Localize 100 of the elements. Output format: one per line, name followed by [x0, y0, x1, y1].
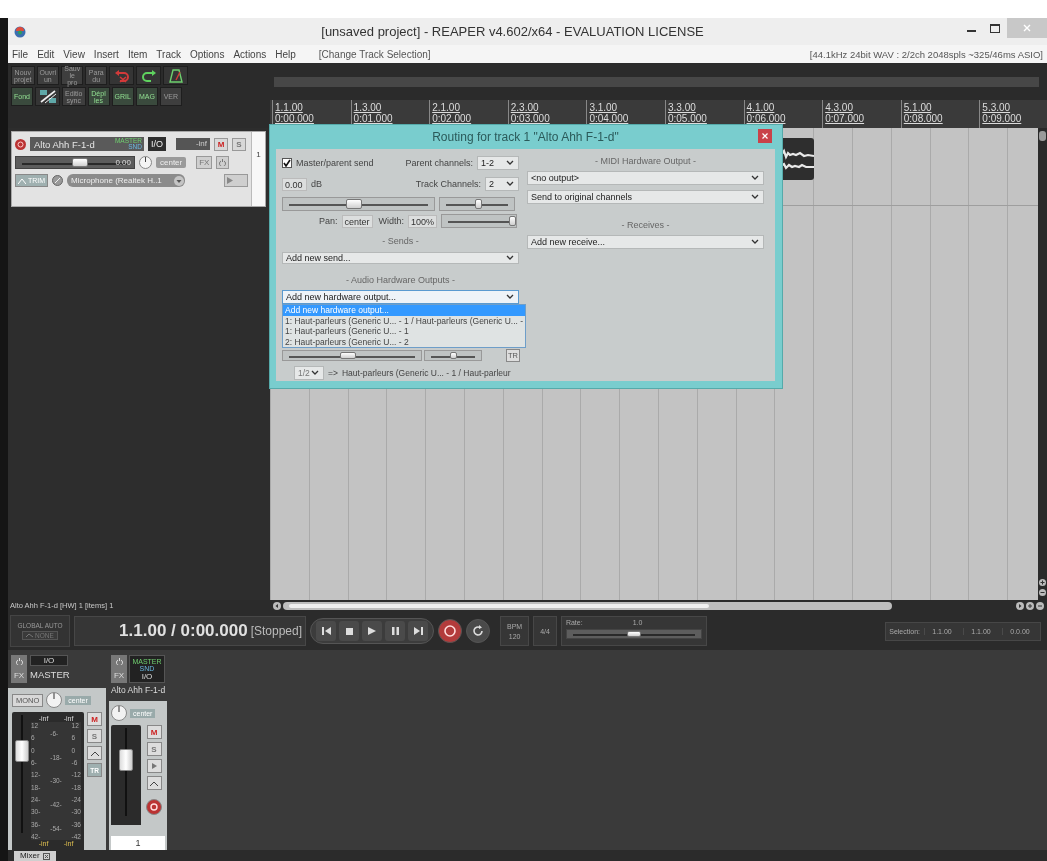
- mute-button[interactable]: M: [146, 725, 162, 739]
- solo-button[interactable]: S: [87, 729, 102, 743]
- close-icon: [762, 133, 768, 139]
- menu-item[interactable]: Help: [275, 48, 296, 60]
- route-arrow: =>: [328, 368, 338, 378]
- menu-item[interactable]: Insert: [93, 48, 119, 60]
- bar-label: 3.1.00: [589, 102, 619, 113]
- slider-thumb[interactable]: [72, 158, 89, 167]
- master-fader[interactable]: [15, 715, 29, 833]
- time-label: 0:06.000: [746, 113, 787, 124]
- toolbar-button[interactable]: [35, 87, 60, 106]
- midi-device-select[interactable]: <no output>: [527, 171, 764, 185]
- hardware-outputs-heading: - Audio Hardware Outputs -: [344, 275, 457, 285]
- close-icon: [42, 852, 50, 860]
- pan-label: Pan:: [319, 216, 338, 226]
- fx-button[interactable]: FX: [111, 655, 127, 683]
- selected-option: Add new receive...: [531, 237, 606, 247]
- master-send-label: Master/parent send: [296, 158, 374, 168]
- menu-item[interactable]: View: [63, 48, 85, 60]
- pan-slider[interactable]: [439, 197, 515, 211]
- slider-thumb[interactable]: [626, 631, 641, 637]
- volume-unit: dB: [311, 179, 322, 189]
- parent-channels-select[interactable]: 1-2: [477, 156, 519, 170]
- envelope-button[interactable]: [87, 746, 102, 760]
- track-fader[interactable]: [119, 728, 133, 816]
- close-button[interactable]: [758, 129, 772, 143]
- selected-option: Add new send...: [286, 253, 351, 263]
- pause-button[interactable]: [385, 621, 405, 641]
- play-button[interactable]: [362, 621, 382, 641]
- send-select[interactable]: Add new send...: [282, 252, 519, 264]
- track-channels-select[interactable]: 2: [485, 177, 519, 191]
- midi-channels-select[interactable]: Send to original channels: [527, 190, 764, 204]
- toolbar-button[interactable]: [163, 66, 189, 85]
- power-button[interactable]: [216, 156, 230, 169]
- channel-select[interactable]: 1/2: [294, 366, 324, 380]
- track-name: Alto Ahh F-1-d: [34, 138, 95, 150]
- slider-thumb[interactable]: [449, 352, 457, 359]
- dropdown-icon: [174, 175, 185, 186]
- menu-item[interactable]: Edit: [37, 48, 55, 60]
- mute-button[interactable]: M: [87, 712, 102, 726]
- automation-icon: [26, 633, 34, 638]
- io-button[interactable]: I/O: [148, 137, 166, 151]
- mute-button[interactable]: M: [214, 137, 228, 151]
- chevron-down-icon: [506, 255, 514, 261]
- slider-thumb[interactable]: [509, 216, 517, 226]
- power-icon: [15, 658, 23, 665]
- receive-select[interactable]: Add new receive...: [527, 235, 764, 249]
- bar-label: 2.3.00: [510, 102, 540, 113]
- io-button[interactable]: I/O: [30, 655, 68, 666]
- bar-label: 5.3.00: [982, 102, 1012, 113]
- mixer-tab[interactable]: Mixer: [14, 851, 56, 861]
- volume-slider[interactable]: 0.00: [15, 156, 135, 169]
- midi-output-heading: - MIDI Hardware Output -: [594, 156, 697, 166]
- fx-button[interactable]: FX: [11, 655, 27, 683]
- solo-button[interactable]: S: [146, 742, 162, 756]
- record-arm-button[interactable]: [15, 138, 26, 150]
- minimize-icon: [966, 30, 976, 32]
- record-button[interactable]: [438, 619, 462, 643]
- slider-thumb[interactable]: [346, 199, 363, 209]
- play-button[interactable]: [146, 759, 162, 773]
- pan-field[interactable]: center: [341, 214, 373, 228]
- repeat-button[interactable]: [466, 619, 490, 643]
- fader-thumb[interactable]: [15, 739, 29, 762]
- master-send-checkbox[interactable]: [282, 158, 292, 168]
- dropdown-option[interactable]: 1: Haut-parleurs (Generic U... - 1 / Haut-parleurs (Generic U... -: [283, 315, 526, 326]
- record-arm-button[interactable]: [146, 799, 162, 815]
- toolbar-button[interactable]: [136, 66, 162, 85]
- slider-thumb[interactable]: [474, 199, 482, 209]
- record-icon: [444, 625, 456, 637]
- hardware-output-select[interactable]: Add new hardware output...: [282, 290, 519, 304]
- menu-item[interactable]: File: [12, 48, 29, 60]
- parent-channels-label: Parent channels:: [405, 158, 473, 168]
- play-position: 1.1.00 / 0:00.000: [119, 621, 248, 641]
- menu-item[interactable]: Track: [156, 48, 181, 60]
- menu-item[interactable]: Actions: [233, 48, 267, 60]
- stop-button[interactable]: [339, 621, 359, 641]
- width-slider[interactable]: [441, 214, 518, 228]
- master-label: MASTER: [30, 669, 70, 680]
- sends-heading: - Sends -: [381, 236, 420, 246]
- rate-slider[interactable]: [565, 629, 702, 639]
- volume-field[interactable]: 0.00: [282, 177, 307, 191]
- dropdown-option[interactable]: 2: Haut-parleurs (Generic U... - 2: [283, 336, 526, 347]
- go-to-start-button[interactable]: [316, 621, 336, 641]
- time-label: 0:09.000: [982, 113, 1023, 124]
- menu-item[interactable]: Item: [127, 48, 148, 60]
- record-arm-icon: [150, 803, 158, 811]
- time-label: 0:02.000: [432, 113, 473, 124]
- dropdown-option[interactable]: 1: Haut-parleurs (Generic U... - 1: [283, 326, 526, 337]
- fader-thumb[interactable]: [119, 749, 133, 772]
- chevron-down-icon: [506, 160, 514, 166]
- output-volume-slider[interactable]: [282, 350, 422, 361]
- slider-thumb[interactable]: [340, 352, 357, 359]
- envelope-button[interactable]: [146, 776, 162, 790]
- width-field[interactable]: 100%: [408, 214, 438, 228]
- menu-item[interactable]: Options: [189, 48, 225, 60]
- go-to-end-button[interactable]: [408, 621, 428, 641]
- envelope-icon: [150, 780, 158, 786]
- time-label: 0:08.000: [903, 113, 944, 124]
- volume-slider[interactable]: [282, 197, 435, 211]
- output-pan-slider[interactable]: [424, 350, 482, 361]
